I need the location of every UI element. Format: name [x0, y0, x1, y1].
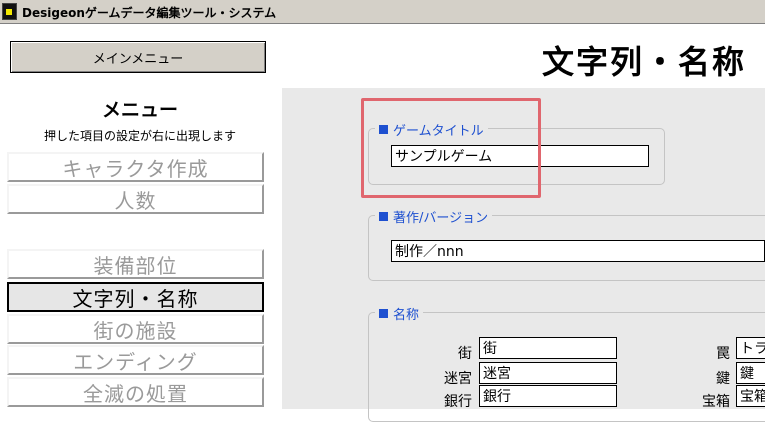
menu-subheading: 押した項目の設定が右に出現します [43, 129, 236, 143]
main-menu-button[interactable]: メインメニュー [10, 41, 266, 73]
sidebar-item-town-facilities[interactable]: 街の施設 [7, 314, 264, 344]
sidebar-item-strings-names[interactable]: 文字列・名称 [7, 282, 264, 312]
sidebar-item-character-creation[interactable]: キャラクタ作成 [7, 152, 264, 182]
dungeon-name-input[interactable]: 迷宮 [479, 362, 617, 384]
app-icon [2, 3, 17, 20]
menu-heading: メニュー [101, 99, 178, 121]
bank-label: 銀行 [444, 394, 472, 410]
copyright-legend: 著作/バージョン [375, 207, 493, 226]
key-label: 鍵 [716, 371, 730, 387]
trap-label: 罠 [716, 346, 730, 362]
sidebar-item-ending[interactable]: エンディング [7, 345, 264, 375]
chest-name-input[interactable]: 宝箱 [736, 385, 765, 407]
trap-name-input[interactable]: トラ [736, 337, 765, 359]
bank-name-input[interactable]: 銀行 [479, 385, 617, 407]
sidebar-item-party-wipe[interactable]: 全滅の処置 [7, 377, 264, 407]
chest-label: 宝箱 [702, 394, 730, 410]
copyright-input[interactable]: 制作／nnn [391, 240, 765, 262]
town-label: 街 [458, 346, 472, 362]
town-name-input[interactable]: 街 [479, 337, 617, 359]
key-name-input[interactable]: 鍵 [736, 362, 765, 384]
title-bar: Desigeonゲームデータ編集ツール・システム [0, 0, 765, 24]
square-bullet-icon [379, 309, 388, 318]
square-bullet-icon [379, 212, 388, 221]
annotation-highlight [361, 98, 541, 198]
sidebar: メインメニュー メニュー 押した項目の設定が右に出現します キャラクタ作成 人数… [0, 24, 280, 409]
dungeon-label: 迷宮 [444, 371, 472, 387]
sidebar-item-party-size[interactable]: 人数 [7, 184, 264, 214]
window-title: Desigeonゲームデータ編集ツール・システム [22, 6, 277, 20]
page-title: 文字列・名称 [542, 43, 747, 81]
sidebar-item-equipment-slots[interactable]: 装備部位 [7, 249, 264, 279]
names-legend: 名称 [375, 304, 424, 323]
